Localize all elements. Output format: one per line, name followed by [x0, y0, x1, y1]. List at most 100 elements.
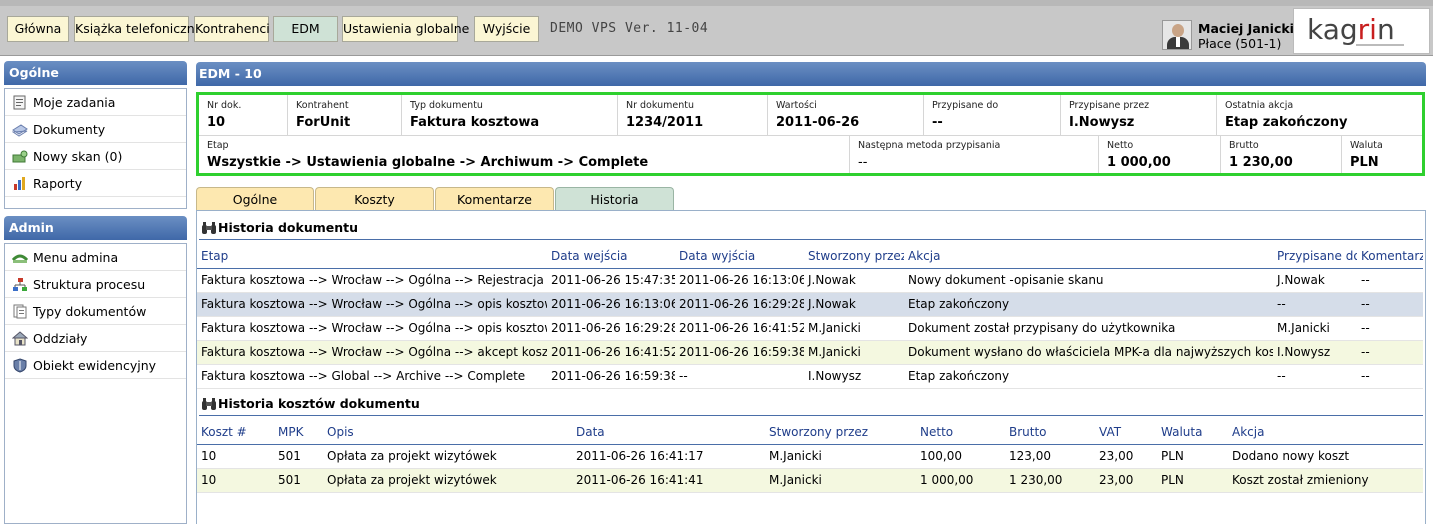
info-waluta: Waluta PLN [1342, 136, 1422, 173]
sidebar-admin-header: Admin [4, 216, 187, 240]
info-brutto: Brutto 1 230,00 [1221, 136, 1342, 173]
column-header-komentarz[interactable]: Komentarz [1357, 244, 1423, 269]
cell-netto: 1 000,00 [916, 468, 1005, 493]
column-header-stworzony-przez[interactable]: Stworzony przez [765, 420, 916, 445]
cell-przypisane-do: J.Nowak [1273, 268, 1357, 293]
info-label: Następna metoda przypisania [858, 140, 1001, 151]
sidebar-general-panel: Moje zadania Dokumenty Nowy skan (0) Rap… [4, 88, 187, 209]
nav-button-edm[interactable]: EDM [273, 16, 338, 42]
cell-etap: Faktura kosztowa --> Global --> Archive … [197, 364, 547, 389]
column-header-koszt[interactable]: Koszt # [197, 420, 274, 445]
cell-przypisane-do: -- [1273, 292, 1357, 317]
sidebar-item-raporty[interactable]: Raporty [5, 170, 186, 197]
cell-netto: 100,00 [916, 444, 1005, 469]
info-kontrahent: Kontrahent ForUnit [288, 95, 402, 135]
cell-koszt: 10 [197, 444, 274, 469]
table-row[interactable]: Faktura kosztowa --> Wrocław --> Ogólna … [197, 340, 1423, 365]
info-label: Nr dokumentu [626, 100, 694, 111]
column-header-data-wejscia[interactable]: Data wejścia [547, 244, 675, 269]
info-label: Waluta [1350, 140, 1383, 151]
sidebar-item-moje-zadania[interactable]: Moje zadania [5, 89, 186, 116]
info-label: Brutto [1229, 140, 1259, 151]
info-przypisane-przez: Przypisane przez I.Nowysz [1061, 95, 1217, 135]
cell-stworzony-przez: J.Nowak [804, 292, 904, 317]
binoculars-icon [202, 398, 216, 410]
history-section-title: Historia dokumentu [201, 218, 358, 238]
tab-ogolne[interactable]: Ogólne [196, 187, 314, 211]
cell-akcja: Dokument został przypisany do użytkownik… [904, 316, 1273, 341]
sidebar-item-label: Struktura procesu [33, 277, 146, 292]
info-value: Wszystkie -> Ustawienia globalne -> Arch… [207, 155, 649, 170]
nav-button-glowna[interactable]: Główna [7, 16, 69, 42]
nav-button-kontrahenci[interactable]: Kontrahenci [194, 16, 270, 42]
cell-vat: 23,00 [1095, 444, 1157, 469]
column-header-etap[interactable]: Etap [197, 244, 547, 269]
page-title: EDM - 10 [196, 62, 1426, 86]
column-header-przypisane-do[interactable]: Przypisane do [1273, 244, 1357, 269]
info-value: Etap zakończony [1225, 115, 1348, 130]
info-typ-dokumentu: Typ dokumentu Faktura kosztowa [402, 95, 618, 135]
info-label: Typ dokumentu [410, 100, 483, 111]
sidebar-item-menu-admina[interactable]: Menu admina [5, 244, 186, 271]
info-label: Etap [207, 140, 229, 151]
sidebar-item-label: Typy dokumentów [33, 304, 147, 319]
info-netto: Netto 1 000,00 [1099, 136, 1221, 173]
cell-brutto: 1 230,00 [1005, 468, 1095, 493]
column-header-waluta[interactable]: Waluta [1157, 420, 1228, 445]
cell-data-wyjscia: 2011-06-26 16:13:06 [675, 268, 804, 293]
sidebar-item-typy-dokumentow[interactable]: Typy dokumentów [5, 298, 186, 325]
cell-komentarz: -- [1357, 340, 1423, 365]
sidebar-item-dokumenty[interactable]: Dokumenty [5, 116, 186, 143]
column-header-vat[interactable]: VAT [1095, 420, 1157, 445]
table-row[interactable]: 10 501 Opłata za projekt wizytówek 2011-… [197, 468, 1423, 493]
table-row[interactable]: Faktura kosztowa --> Wrocław --> Ogólna … [197, 292, 1423, 317]
logo: kagrin [1293, 8, 1430, 54]
sidebar-admin-panel: Menu admina Struktura procesu Typy dokum… [4, 243, 187, 524]
table-row[interactable]: Faktura kosztowa --> Wrocław --> Ogólna … [197, 316, 1423, 341]
tab-historia[interactable]: Historia [555, 187, 674, 211]
column-header-netto[interactable]: Netto [916, 420, 1005, 445]
column-header-mpk[interactable]: MPK [274, 420, 323, 445]
sidebar-item-oddzialy[interactable]: Oddziały [5, 325, 186, 352]
column-header-data[interactable]: Data [572, 420, 765, 445]
sidebar-item-label: Raporty [33, 176, 83, 191]
info-label: Przypisane przez [1069, 100, 1150, 111]
cell-data-wyjscia: -- [675, 364, 804, 389]
column-header-data-wyjscia[interactable]: Data wyjścia [675, 244, 804, 269]
sidebar-item-label: Nowy skan (0) [33, 149, 123, 164]
info-nr-dok: Nr dok. 10 [199, 95, 288, 135]
cell-stworzony-przez: J.Nowak [804, 268, 904, 293]
tab-koszty[interactable]: Koszty [315, 187, 434, 211]
cell-komentarz: -- [1357, 292, 1423, 317]
info-value: -- [932, 115, 943, 130]
info-value: ForUnit [296, 115, 351, 130]
cell-akcja: Nowy dokument -opisanie skanu [904, 268, 1273, 293]
section-title-text: Historia dokumentu [218, 220, 359, 235]
sidebar-item-nowy-skan[interactable]: Nowy skan (0) [5, 143, 186, 170]
nav-button-wyjscie[interactable]: Wyjście [474, 16, 539, 42]
column-header-stworzony-przez[interactable]: Stworzony przez [804, 244, 904, 269]
info-value: 1 000,00 [1107, 155, 1171, 170]
column-header-opis[interactable]: Opis [323, 420, 572, 445]
sidebar-item-struktura-procesu[interactable]: Struktura procesu [5, 271, 186, 298]
cell-mpk: 501 [274, 444, 323, 469]
cell-przypisane-do: M.Janicki [1273, 316, 1357, 341]
info-value: 1 230,00 [1229, 155, 1293, 170]
column-header-akcja[interactable]: Akcja [904, 244, 1273, 269]
cell-etap: Faktura kosztowa --> Wrocław --> Ogólna … [197, 340, 547, 365]
nav-button-ustawienia-globalne[interactable]: Ustawienia globalne [342, 16, 469, 42]
column-header-akcja[interactable]: Akcja [1228, 420, 1423, 445]
nav-button-ksiazka-telefoniczna[interactable]: Książka telefoniczna [74, 16, 202, 42]
sidebar-item-obiekt-ewidencyjny[interactable]: Obiekt ewidencyjny [5, 352, 186, 379]
cell-stworzony-przez: M.Janicki [765, 444, 916, 469]
column-header-brutto[interactable]: Brutto [1005, 420, 1095, 445]
table-row[interactable]: 10 501 Opłata za projekt wizytówek 2011-… [197, 444, 1423, 469]
tab-komentarze[interactable]: Komentarze [435, 187, 554, 211]
info-value: Faktura kosztowa [410, 115, 540, 130]
cell-koszt: 10 [197, 468, 274, 493]
cell-etap: Faktura kosztowa --> Wrocław --> Ogólna … [197, 292, 547, 317]
table-row[interactable]: Faktura kosztowa --> Global --> Archive … [197, 364, 1423, 389]
tab-content-historia: Historia dokumentu Etap Data wejścia Dat… [196, 210, 1426, 524]
table-row[interactable]: Faktura kosztowa --> Wrocław --> Ogólna … [197, 268, 1423, 293]
sidebar-item-label: Oddziały [33, 331, 88, 346]
